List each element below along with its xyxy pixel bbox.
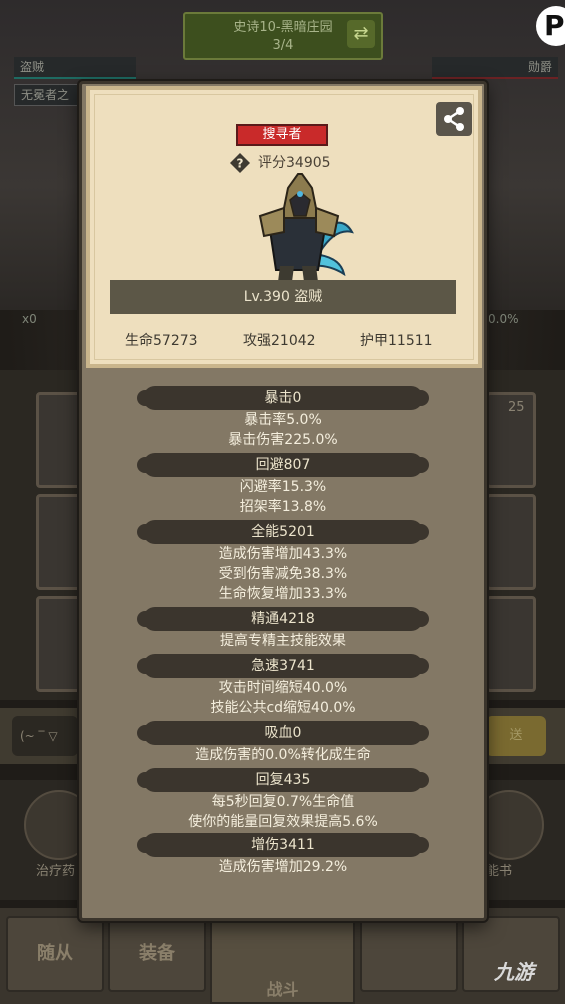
nav-equipment: 装备 <box>108 916 206 992</box>
switch-stage-icon[interactable]: ⇄ <box>347 20 375 48</box>
attr-line: 技能公共cd缩短40.0% <box>210 700 356 716</box>
send-button: 送 <box>486 716 546 756</box>
attr-line: 生命恢复增加33.3% <box>218 586 348 602</box>
slot-count: 25 <box>508 400 525 415</box>
nav-item-4 <box>360 916 458 992</box>
attr-header-mastery: 精通4218 <box>137 607 429 631</box>
left-player-name: 盗贼 <box>14 57 136 79</box>
attr-line: 暴击率5.0% <box>244 412 322 428</box>
skill-slot <box>486 494 536 590</box>
nav-followers: 随从 <box>6 916 104 992</box>
armor-stat: 护甲11511 <box>360 333 433 349</box>
attr-line: 造成伤害增加43.3% <box>218 546 348 562</box>
attr-line: 招架率13.8% <box>239 499 327 515</box>
attr-header-avoidance: 回避807 <box>137 453 429 477</box>
nav-battle: 战斗 <box>210 910 355 1004</box>
attr-line: 提高专精主技能效果 <box>220 633 346 649</box>
attr-line: 造成伤害增加29.2% <box>218 859 348 875</box>
attr-header-versatility: 全能5201 <box>137 520 429 544</box>
skill-book-label: 能书 <box>486 864 513 879</box>
right-hp-label: 0.0% <box>488 312 519 326</box>
chat-input: (~ ‾ ▽ <box>12 716 78 756</box>
attr-header-damage-bonus: 增伤3411 <box>137 833 429 857</box>
attr-line: 使你的能量回复效果提高5.6% <box>188 814 378 830</box>
left-hp-label: x0 <box>22 312 37 326</box>
attr-line: 攻击时间缩短40.0% <box>218 680 348 696</box>
hp-stat: 生命57273 <box>125 333 198 349</box>
attr-header-lifesteal: 吸血0 <box>137 721 429 745</box>
share-icon <box>444 107 464 131</box>
right-player-name: 勋爵 <box>432 57 558 79</box>
class-badge: 搜寻者 <box>236 124 328 146</box>
skill-slot <box>486 596 536 692</box>
attr-line: 闪避率15.3% <box>239 479 327 495</box>
attr-header-crit: 暴击0 <box>137 386 429 410</box>
attr-line: 暴击伤害225.0% <box>228 432 338 448</box>
share-button[interactable] <box>436 102 472 136</box>
attack-stat: 攻强21042 <box>243 333 316 349</box>
attr-header-haste: 急速3741 <box>137 654 429 678</box>
attr-header-regen: 回复435 <box>137 768 429 792</box>
character-name-bar: Lv.390 盗贼 <box>110 280 456 314</box>
watermark-logo: 九游 <box>494 960 534 984</box>
attr-line: 造成伤害的0.0%转化成生命 <box>195 747 371 763</box>
attr-line: 受到伤害减免38.3% <box>218 566 348 582</box>
attr-line: 每5秒回复0.7%生命值 <box>211 794 355 810</box>
rogue-character-icon <box>258 173 354 282</box>
potion-label: 治疗药 <box>36 864 76 879</box>
svg-text:?: ? <box>237 157 244 171</box>
